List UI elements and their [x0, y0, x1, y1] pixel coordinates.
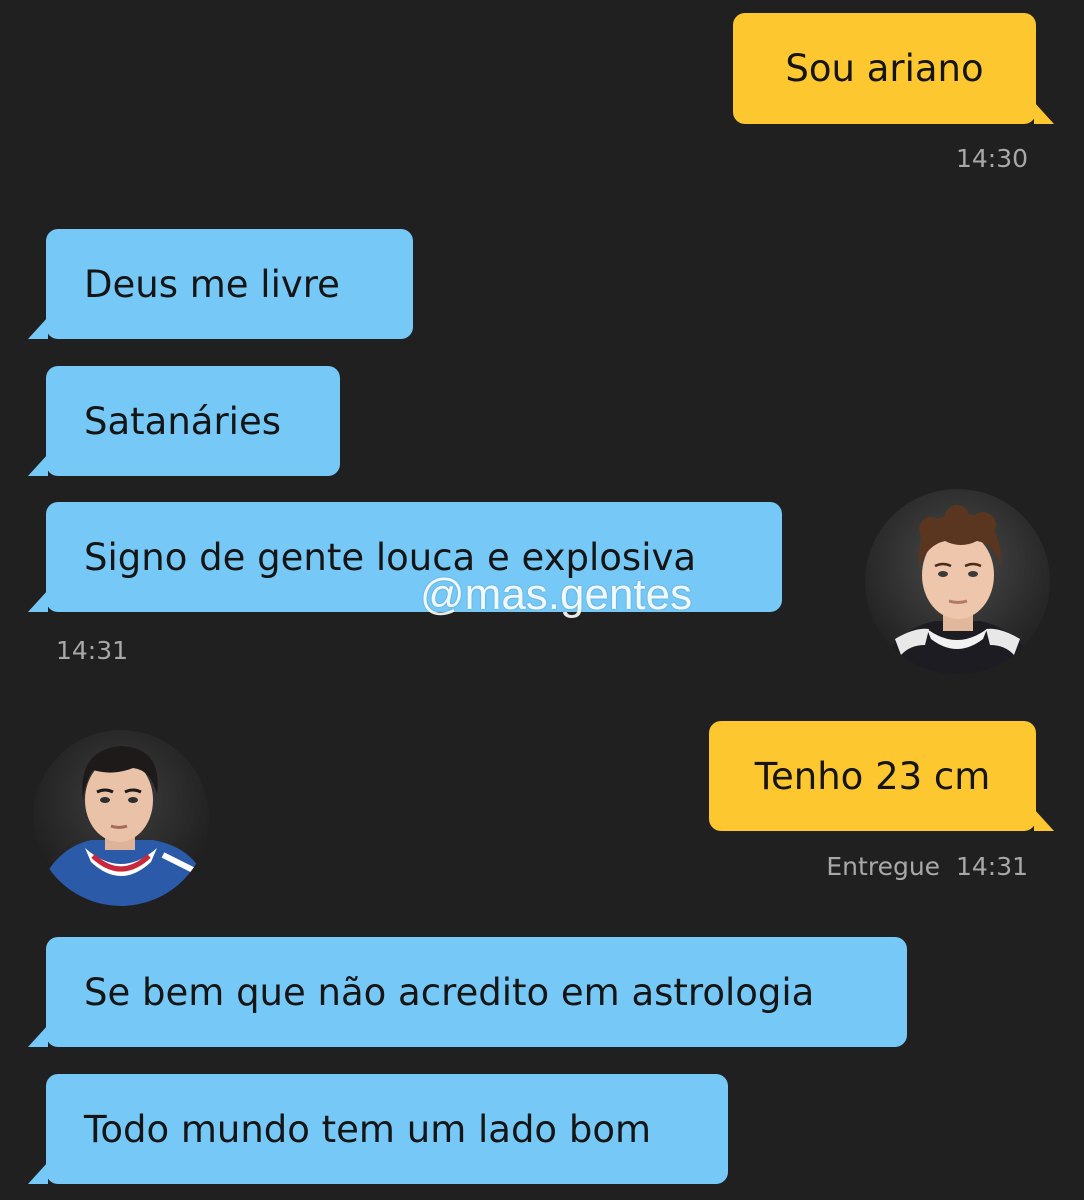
message-timestamp: 14:30	[955, 144, 1028, 173]
delivery-status: Entregue	[826, 852, 941, 881]
message-bubble-incoming[interactable]: Todo mundo tem um lado bom	[28, 1074, 728, 1184]
message-bubble-incoming[interactable]: Deus me livre	[28, 229, 413, 339]
message-text: Tenho 23 cm	[754, 754, 991, 798]
message-status: Entregue 14:31	[826, 852, 1028, 881]
message-text: Sou ariano	[785, 47, 984, 90]
message-bubble-incoming[interactable]: Satanáries	[28, 366, 340, 476]
message-timestamp: 14:31	[955, 852, 1028, 881]
message-timestamp: 14:31	[56, 636, 129, 665]
message-text: Satanáries	[84, 399, 281, 443]
message-text: Se bem que não acredito em astrologia	[84, 970, 815, 1014]
message-bubble-outgoing[interactable]: Tenho 23 cm	[709, 721, 1054, 831]
message-text: Todo mundo tem um lado bom	[84, 1107, 651, 1151]
avatar-image	[865, 489, 1050, 674]
avatar-image	[33, 730, 209, 906]
message-bubble-outgoing[interactable]: Sou ariano	[733, 13, 1054, 124]
avatar[interactable]	[865, 489, 1050, 674]
message-bubble-incoming[interactable]: Se bem que não acredito em astrologia	[28, 937, 907, 1047]
watermark-text: @mas.gentes	[420, 570, 693, 619]
message-text: Deus me livre	[84, 262, 340, 306]
avatar[interactable]	[33, 730, 209, 906]
